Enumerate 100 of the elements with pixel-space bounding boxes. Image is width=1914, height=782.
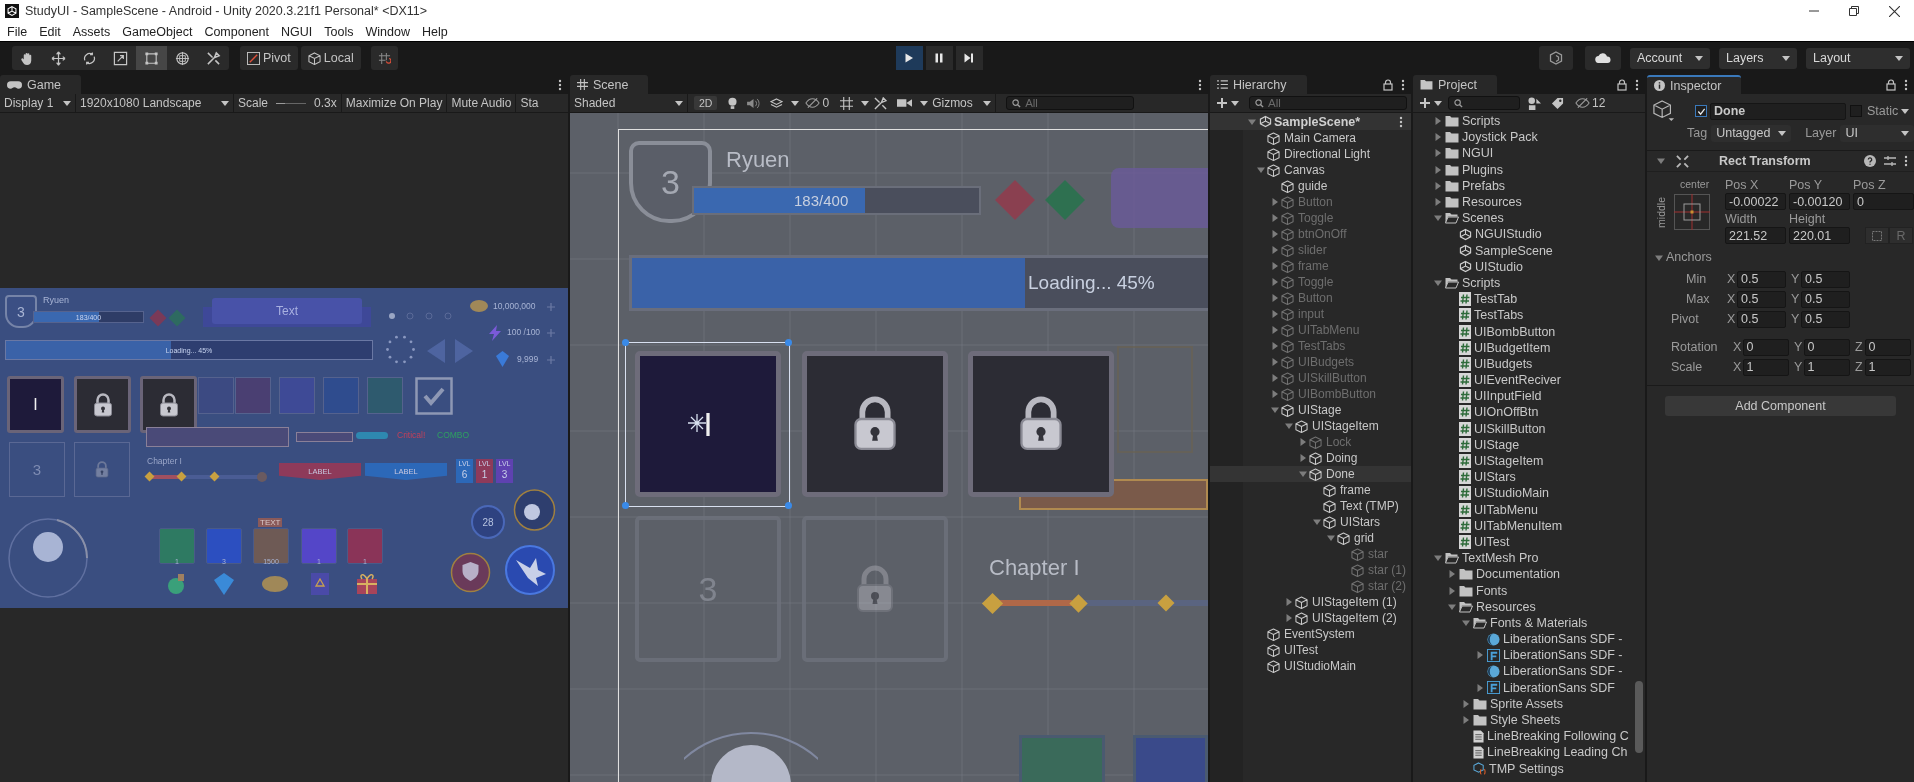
tool-button[interactable] [136, 46, 167, 70]
number-field[interactable]: 1 [1864, 358, 1911, 376]
expanded-arrow-icon[interactable] [1257, 166, 1265, 174]
menu-item[interactable]: Assets [66, 24, 117, 39]
collab-button[interactable] [1539, 46, 1573, 70]
selection-rect[interactable] [625, 342, 790, 507]
project-item[interactable]: Resources [1413, 193, 1645, 211]
number-field[interactable]: 220.01 [1789, 227, 1850, 244]
pivot-button[interactable]: Pivot [240, 46, 298, 70]
project-item[interactable]: Scripts [1413, 113, 1645, 130]
expanded-arrow-icon[interactable] [1657, 157, 1665, 165]
number-field[interactable]: 0 [1864, 338, 1911, 356]
lock-icon[interactable] [1617, 78, 1627, 91]
stage-tile[interactable] [74, 376, 131, 433]
hierarchy-item[interactable]: UIStageItem [1210, 418, 1411, 434]
tag-icon[interactable] [1551, 96, 1564, 110]
menu-item[interactable]: GameObject [116, 24, 199, 39]
collapsed-arrow-icon[interactable] [1434, 198, 1442, 207]
project-item[interactable]: UIStageItem [1413, 452, 1645, 470]
local-button[interactable]: Local [300, 46, 361, 70]
project-item[interactable]: TextMesh Pro [1413, 550, 1645, 567]
project-tab[interactable]: Project [1413, 75, 1497, 94]
number-field[interactable]: 221.52 [1725, 227, 1786, 244]
hierarchy-tab[interactable]: Hierarchy [1210, 75, 1307, 94]
hidden-objects-toggle[interactable]: 0 [805, 96, 830, 110]
2d-toggle[interactable]: 2D [694, 96, 718, 110]
add-button[interactable] [1419, 97, 1442, 109]
hierarchy-item[interactable]: EventSystem [1210, 626, 1411, 642]
lock-icon[interactable] [1383, 78, 1393, 91]
project-item[interactable]: NGUI [1413, 145, 1645, 162]
mute-audio-button[interactable]: Mute Audio [446, 94, 516, 112]
stats-button[interactable]: Sta [515, 94, 543, 112]
collapsed-arrow-icon[interactable] [1476, 683, 1484, 692]
account-dropdown[interactable]: Account [1630, 47, 1710, 69]
scene-tab[interactable]: Scene [570, 75, 649, 94]
project-item[interactable]: UITabMenu [1413, 501, 1645, 518]
hierarchy-item[interactable]: UIStars [1210, 514, 1411, 530]
stage-tile[interactable]: I [7, 376, 64, 433]
stage-tile[interactable] [140, 376, 197, 433]
scrollbar-thumb[interactable] [1635, 681, 1643, 753]
project-item[interactable]: UIEventReciver [1413, 372, 1645, 389]
name-field[interactable]: Done [1710, 102, 1846, 120]
project-item[interactable]: LiberationSans SDF - [1413, 663, 1645, 680]
project-item[interactable]: UIStudioMain [1413, 485, 1645, 502]
project-item[interactable]: Scripts [1413, 274, 1645, 292]
expanded-arrow-icon[interactable] [1271, 406, 1279, 414]
bomb-button[interactable] [513, 488, 556, 532]
hierarchy-item[interactable]: Main Camera [1210, 130, 1411, 146]
hierarchy-item[interactable]: UIStudioMain [1210, 658, 1411, 674]
project-item[interactable]: Resources [1413, 598, 1645, 615]
project-item[interactable]: TMP Settings [1413, 760, 1645, 777]
hidden-packages-toggle[interactable]: 12 [1575, 96, 1606, 110]
expanded-arrow-icon[interactable] [1434, 554, 1442, 563]
maximize-on-play-button[interactable]: Maximize On Play [340, 94, 447, 112]
expanded-arrow-icon[interactable] [1313, 518, 1321, 526]
layers-dropdown[interactable]: Layers [1719, 47, 1797, 69]
collapsed-arrow-icon[interactable] [1434, 133, 1442, 142]
resolution-dropdown[interactable]: 1920x1080 Landscape [76, 94, 234, 112]
project-item[interactable]: Fonts [1413, 582, 1645, 599]
number-field[interactable]: 1 [1803, 358, 1850, 376]
stage-tile[interactable] [802, 351, 948, 497]
project-item[interactable]: Joystick Pack [1413, 129, 1645, 146]
project-item[interactable]: SampleScene [1413, 242, 1645, 259]
number-field[interactable]: 0.5 [1737, 290, 1786, 308]
hierarchy-item[interactable]: UITest [1210, 642, 1411, 658]
project-item[interactable]: LineBreaking Leading Ch [1413, 744, 1645, 761]
number-field[interactable]: -0.00022 [1725, 193, 1786, 210]
layout-dropdown[interactable]: Layout [1806, 47, 1910, 69]
hierarchy-item[interactable]: frame [1210, 482, 1411, 498]
expanded-arrow-icon[interactable] [1462, 618, 1470, 627]
project-item[interactable]: UIBudgetItem [1413, 339, 1645, 356]
expanded-arrow-icon[interactable] [1434, 278, 1442, 287]
collapsed-arrow-icon[interactable] [1462, 699, 1470, 708]
expanded-arrow-icon[interactable] [1248, 117, 1256, 126]
project-item[interactable]: LiberationSans SDF [1413, 679, 1645, 696]
project-item[interactable]: UIStage [1413, 436, 1645, 453]
add-button[interactable] [1216, 97, 1239, 109]
collapsed-arrow-icon[interactable] [1434, 117, 1442, 126]
project-item[interactable]: UIBudgets [1413, 355, 1645, 372]
project-item[interactable]: UISkillButton [1413, 420, 1645, 437]
project-item[interactable]: Fonts & Materials [1413, 614, 1645, 631]
menu-icon[interactable] [1198, 78, 1202, 91]
collapsed-arrow-icon[interactable] [1448, 570, 1456, 579]
number-field[interactable]: 0 [1803, 338, 1850, 356]
hierarchy-item[interactable]: Doing [1210, 450, 1411, 466]
menu-item[interactable]: File [1, 24, 34, 39]
project-item[interactable]: TestTab [1413, 291, 1645, 308]
hierarchy-item[interactable]: UIStage [1210, 402, 1411, 418]
menu-item[interactable]: Window [359, 24, 416, 39]
menu-icon[interactable] [558, 78, 562, 91]
project-item[interactable]: UIBombButton [1413, 323, 1645, 340]
hierarchy-item[interactable]: Canvas [1210, 162, 1411, 178]
speaker-icon[interactable] [747, 97, 761, 109]
cloud-button[interactable] [1585, 46, 1621, 70]
tag-dropdown[interactable]: Untagged [1711, 124, 1792, 142]
project-item[interactable]: Prefabs [1413, 177, 1645, 194]
project-item[interactable]: Scenes [1413, 210, 1645, 227]
expanded-arrow-icon[interactable] [1655, 253, 1663, 262]
project-item[interactable]: UIOnOffBtn [1413, 404, 1645, 421]
number-field[interactable]: 1 [1742, 358, 1789, 376]
